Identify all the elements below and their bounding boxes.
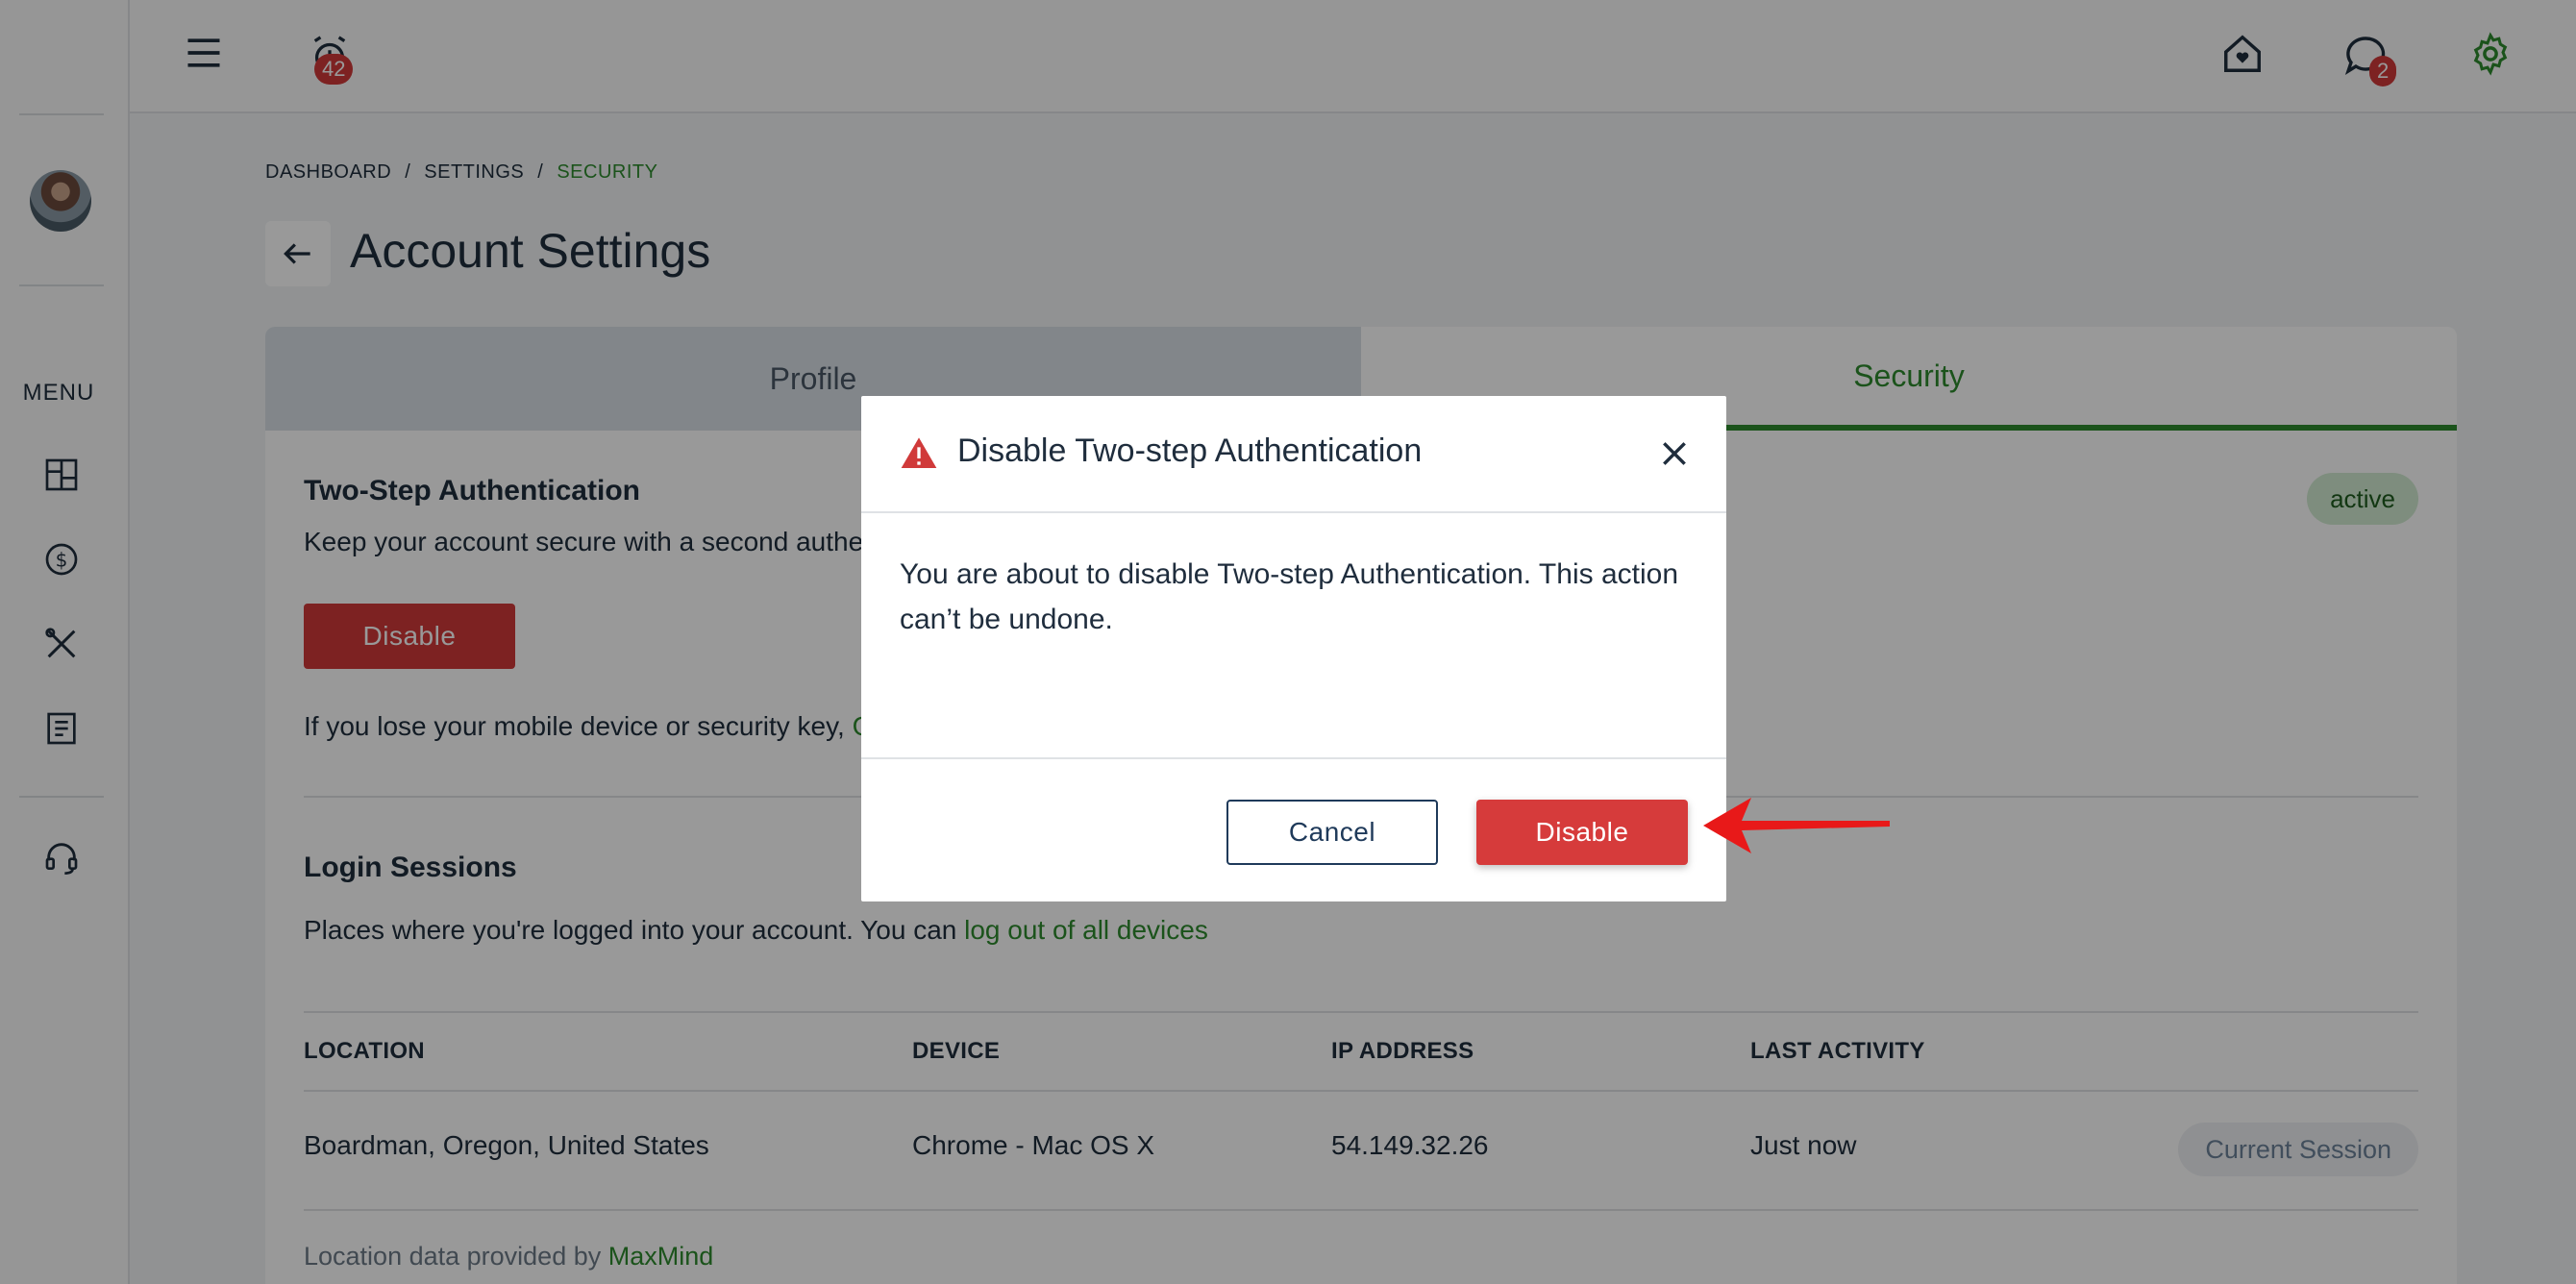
modal-body-text: You are about to disable Two-step Authen…: [900, 558, 1678, 635]
annotation-arrow-icon: [1703, 798, 1890, 853]
cancel-button[interactable]: Cancel: [1226, 800, 1438, 865]
close-button[interactable]: [1655, 434, 1694, 473]
modal-footer: Cancel Disable: [861, 757, 1726, 901]
warning-triangle-icon: [901, 437, 937, 468]
modal-title: Disable Two-step Authentication: [957, 432, 1423, 469]
confirm-disable-button[interactable]: Disable: [1476, 800, 1688, 865]
modal-header: Disable Two-step Authentication: [861, 396, 1726, 513]
close-icon: [1663, 442, 1686, 465]
disable-two-step-dialog: Disable Two-step Authentication You are …: [861, 396, 1726, 901]
